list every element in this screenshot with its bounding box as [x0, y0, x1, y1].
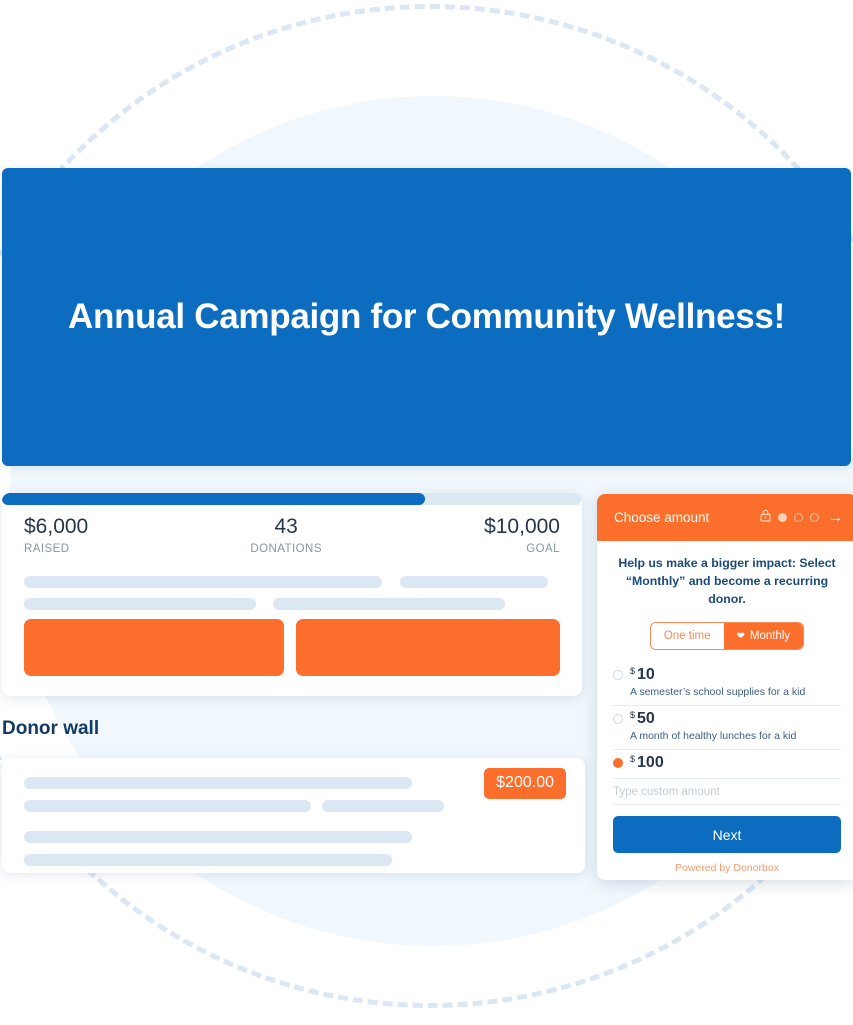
frequency-option-monthly[interactable]: ❤ Monthly: [723, 623, 804, 650]
stat-raised: $6,000 RAISED: [24, 515, 88, 555]
raised-label: RAISED: [24, 543, 70, 556]
donation-amount-badge: $200.00: [484, 768, 566, 799]
amount-description-10: A semester’s school supplies for a kid: [630, 686, 806, 699]
placeholder-line: [24, 831, 412, 843]
one-time-label: One time: [663, 630, 711, 643]
amount-options-list: $ 10 A semester’s school supplies for a …: [613, 662, 841, 780]
amount-radio-100[interactable]: [613, 758, 623, 769]
placeholder-line: [24, 854, 392, 866]
step-indicator-1[interactable]: [778, 513, 787, 522]
stat-donations: 43 DONATIONS: [250, 515, 322, 555]
amount-option-50[interactable]: $ 50 A month of healthy lunches for a ki…: [613, 706, 841, 751]
currency-symbol: $: [630, 754, 636, 765]
primary-cta-button[interactable]: [24, 619, 284, 676]
impact-message: Help us make a bigger impact: Select “Mo…: [618, 556, 836, 606]
campaign-stats-row: $6,000 RAISED 43 DONATIONS $10,000 GOAL: [24, 515, 560, 555]
form-header-icons: →: [760, 509, 843, 527]
powered-by-donorbox-link[interactable]: Powered by Donorbox: [613, 862, 841, 874]
amount-radio-50[interactable]: [613, 714, 623, 725]
amount-option-header: $ 50: [613, 710, 841, 728]
goal-progress-fill: [2, 493, 426, 505]
secondary-cta-button[interactable]: [296, 619, 560, 676]
campaign-hero-banner: Annual Campaign for Community Wellness!: [2, 168, 851, 466]
donations-label: DONATIONS: [250, 543, 322, 556]
currency-symbol: $: [630, 710, 636, 721]
amount-description-50: A month of healthy lunches for a kid: [630, 730, 797, 743]
frequency-toggle: One time ❤ Monthly: [649, 622, 805, 651]
heart-icon: ❤: [736, 630, 745, 642]
donor-wall-heading: Donor wall: [2, 718, 100, 739]
amount-radio-10[interactable]: [613, 670, 623, 681]
step-indicator-3[interactable]: [810, 513, 819, 522]
stat-goal: $10,000 GOAL: [484, 515, 560, 555]
amount-value-50: 50: [637, 710, 655, 728]
campaign-stats-card: $6,000 RAISED 43 DONATIONS $10,000 GOAL: [2, 493, 582, 696]
donation-form-header: Choose amount →: [597, 494, 853, 541]
placeholder-line: [400, 576, 548, 588]
amount-option-header: $ 100: [613, 754, 841, 772]
donation-form-body: Help us make a bigger impact: Select “Mo…: [597, 541, 853, 874]
donations-value: 43: [274, 515, 298, 538]
step-indicator-2[interactable]: [794, 513, 803, 522]
arrow-right-icon[interactable]: →: [828, 510, 843, 525]
lock-icon: [760, 509, 771, 527]
placeholder-line: [273, 598, 505, 610]
frequency-option-one-time[interactable]: One time: [650, 623, 724, 650]
goal-value: $10,000: [484, 515, 560, 538]
placeholder-line: [322, 800, 444, 812]
amount-option-header: $ 10: [613, 666, 841, 684]
amount-option-100[interactable]: $ 100: [613, 750, 841, 780]
placeholder-line: [24, 598, 256, 610]
donor-wall-card: $200.00: [2, 758, 585, 873]
placeholder-line: [24, 777, 412, 789]
placeholder-line: [24, 800, 311, 812]
next-button[interactable]: Next: [613, 816, 841, 854]
monthly-label: Monthly: [749, 630, 791, 643]
amount-value-100: 100: [637, 754, 664, 772]
placeholder-line: [24, 576, 382, 588]
raised-value: $6,000: [24, 515, 89, 538]
goal-label: GOAL: [526, 543, 560, 556]
campaign-title: Annual Campaign for Community Wellness!: [68, 297, 785, 336]
amount-option-10[interactable]: $ 10 A semester’s school supplies for a …: [613, 662, 841, 707]
frequency-toggle-wrapper: One time ❤ Monthly: [613, 622, 841, 651]
goal-progress-track: [2, 493, 582, 505]
donation-form-panel: Choose amount → Help us make a bigger im…: [597, 494, 853, 880]
currency-symbol: $: [630, 666, 636, 677]
amount-value-10: 10: [637, 666, 655, 684]
form-step-title: Choose amount: [614, 510, 710, 525]
custom-amount-input[interactable]: [613, 779, 841, 806]
donation-page-mockup: Annual Campaign for Community Wellness! …: [0, 0, 853, 1025]
